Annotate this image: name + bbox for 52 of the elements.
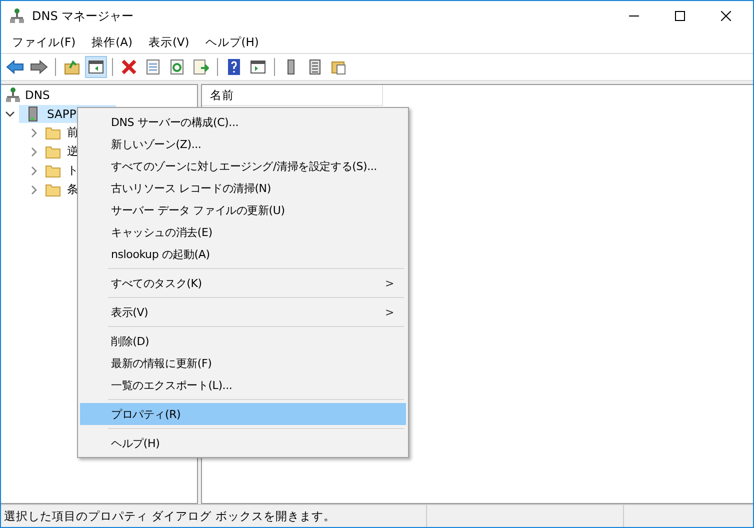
list-icon[interactable]	[307, 59, 323, 75]
tree-item[interactable]: 条	[67, 182, 79, 197]
forward-arrow-icon[interactable]	[30, 59, 48, 75]
tree-item[interactable]: 逆	[67, 144, 79, 159]
export-list-icon[interactable]	[193, 59, 209, 75]
tree-item[interactable]: SAPP	[47, 106, 76, 120]
menu-item[interactable]: DNS サーバーの構成(C)...	[80, 111, 406, 133]
properties-icon[interactable]	[145, 59, 161, 75]
menu-item[interactable]: 最新の情報に更新(F)	[80, 352, 406, 374]
menu-item[interactable]: ファイル(F)	[4, 34, 84, 50]
folder-icon	[45, 162, 61, 178]
menu-item[interactable]: 一覧のエクスポート(L)...	[80, 374, 406, 396]
tree-item[interactable]: 前	[67, 125, 79, 140]
menu-item[interactable]: サーバー データ ファイルの更新(U)	[80, 199, 406, 221]
status-text: 選択した項目のプロパティ ダイアログ ボックスを開きます。	[3, 508, 336, 524]
back-arrow-icon[interactable]	[6, 59, 24, 75]
chevron-right-icon[interactable]	[29, 128, 39, 138]
network-icon	[5, 86, 21, 102]
folder-icon	[45, 182, 61, 198]
menu-item[interactable]: 削除(D)	[80, 330, 406, 352]
menu-item[interactable]: ヘルプ(H)	[80, 432, 406, 454]
chevron-right-icon[interactable]	[29, 146, 39, 156]
menu-item[interactable]: 表示(V)	[140, 34, 198, 50]
menu-item[interactable]: nslookup の起動(A)	[80, 243, 406, 265]
menu-item[interactable]: すべてのタスク(K) >	[80, 272, 406, 294]
network-icon	[9, 8, 25, 24]
window-icon[interactable]	[250, 59, 266, 75]
chevron-right-icon[interactable]	[29, 184, 39, 194]
column-header[interactable]: 名前	[202, 88, 234, 102]
folder-icon[interactable]	[331, 59, 347, 75]
maximize-icon[interactable]	[675, 11, 685, 21]
folder-up-icon[interactable]	[64, 59, 80, 75]
help-icon[interactable]	[226, 59, 242, 75]
refresh-icon[interactable]	[169, 59, 185, 75]
tree-item[interactable]: ト	[67, 163, 79, 178]
menu-item[interactable]: 古いリソース レコードの清掃(N)	[80, 177, 406, 199]
menu-item[interactable]: ヘルプ(H)	[197, 34, 267, 50]
menu-item[interactable]: すべてのゾーンに対しエージング/清掃を設定する(S)...	[80, 155, 406, 177]
menu-item[interactable]: 新しいゾーン(Z)...	[80, 133, 406, 155]
menu-item[interactable]: 操作(A)	[84, 34, 140, 50]
tree-item[interactable]: DNS	[25, 88, 50, 102]
window-title: DNS マネージャー	[32, 8, 134, 24]
menu-item[interactable]: キャッシュの消去(E)	[80, 221, 406, 243]
menu-item[interactable]: 表示(V) >	[80, 301, 406, 323]
folder-icon	[45, 124, 61, 140]
console-tree-icon[interactable]	[88, 59, 104, 75]
close-icon[interactable]	[721, 11, 731, 21]
chevron-right-icon[interactable]	[29, 166, 39, 176]
delete-icon[interactable]	[121, 59, 137, 75]
folder-icon	[45, 144, 61, 160]
menu-item[interactable]: プロパティ(R)	[80, 403, 406, 425]
chevron-down-icon[interactable]	[5, 108, 15, 118]
